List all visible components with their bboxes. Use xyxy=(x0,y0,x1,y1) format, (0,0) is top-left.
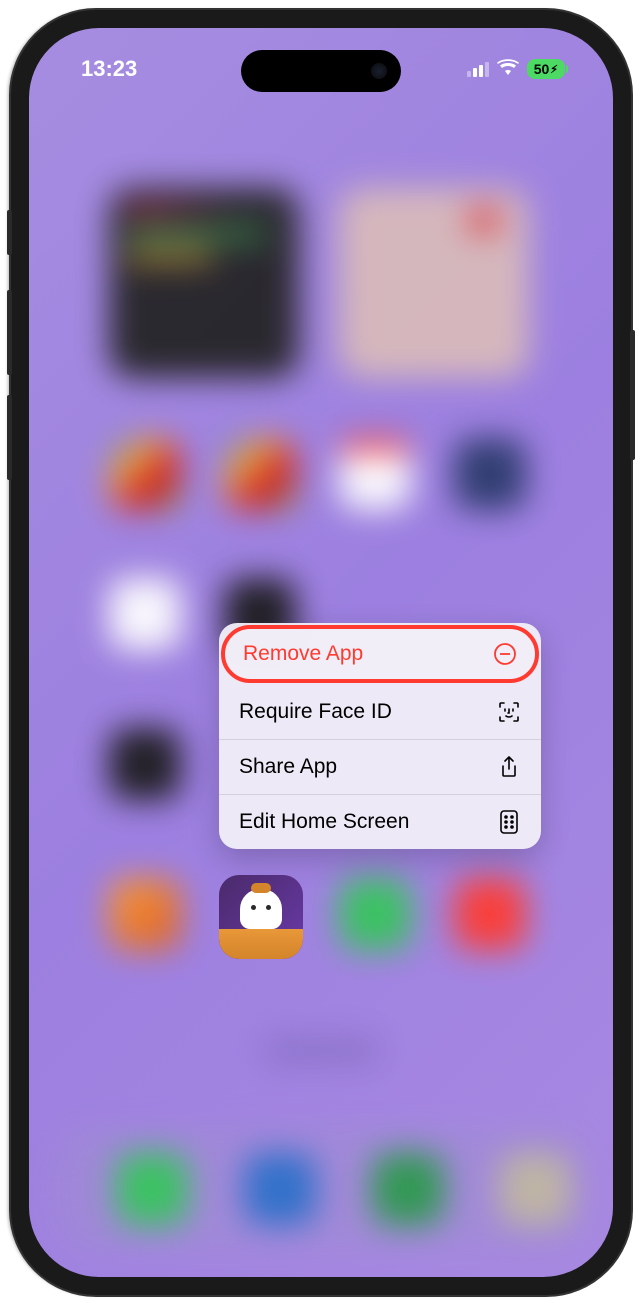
silent-switch xyxy=(7,210,12,255)
status-time: 13:23 xyxy=(81,56,137,82)
menu-item-label: Remove App xyxy=(243,642,363,666)
share-app-item[interactable]: Share App xyxy=(219,740,541,795)
status-right: 50⚡︎ xyxy=(467,56,565,82)
screen: 13:23 50⚡︎ xyxy=(29,28,613,1277)
menu-item-label: Share App xyxy=(239,755,337,779)
menu-item-label: Edit Home Screen xyxy=(239,810,409,834)
power-button xyxy=(630,330,635,460)
volume-down-button xyxy=(7,395,12,480)
share-icon xyxy=(497,755,521,779)
cellular-icon xyxy=(467,61,489,77)
faceid-icon xyxy=(497,700,521,724)
menu-item-label: Require Face ID xyxy=(239,700,392,724)
camera-icon xyxy=(371,63,387,79)
iphone-frame: 13:23 50⚡︎ xyxy=(11,10,631,1295)
dynamic-island xyxy=(241,50,401,92)
volume-up-button xyxy=(7,290,12,375)
context-menu: Remove App Require Face ID Share App Edi… xyxy=(219,623,541,849)
wifi-icon xyxy=(497,58,519,81)
minus-circle-icon xyxy=(493,642,517,666)
apps-grid-icon xyxy=(497,810,521,834)
remove-app-item[interactable]: Remove App xyxy=(221,625,539,683)
edit-home-screen-item[interactable]: Edit Home Screen xyxy=(219,795,541,849)
selected-app-icon[interactable] xyxy=(219,875,303,959)
battery-icon: 50⚡︎ xyxy=(527,59,565,79)
require-faceid-item[interactable]: Require Face ID xyxy=(219,685,541,740)
